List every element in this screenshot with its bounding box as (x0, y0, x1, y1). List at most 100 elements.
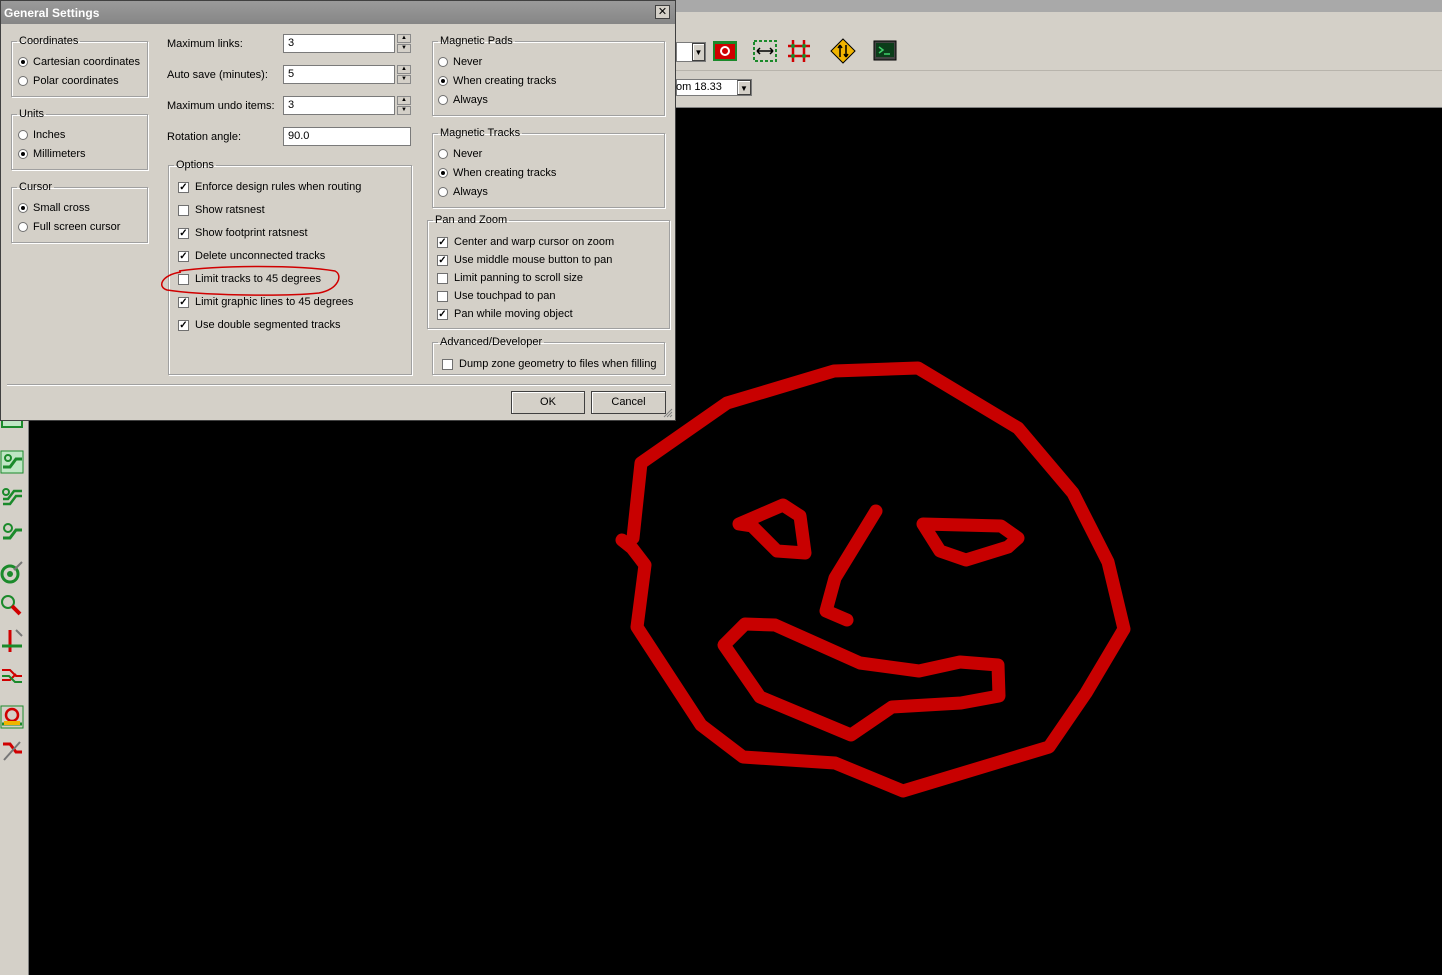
auto-save-label: Auto save (minutes): (167, 69, 268, 81)
cancel-button[interactable]: Cancel (591, 391, 666, 414)
max-links-spin[interactable]: 3 ▲ ▼ (283, 34, 411, 53)
checkbox-label: Limit panning to scroll size (454, 272, 584, 284)
route-diff-pair-icon[interactable] (0, 484, 24, 510)
drc-icon[interactable] (830, 38, 856, 64)
zone-icon[interactable] (0, 594, 24, 620)
max-undo-input[interactable]: 3 (283, 96, 395, 115)
checkbox-middle-button-pan[interactable]: ✓ Use middle mouse button to pan (437, 254, 612, 266)
ok-button[interactable]: OK (511, 391, 585, 414)
checkbox-mark[interactable]: ✓ (437, 236, 448, 248)
checkbox-double-segmented[interactable]: ✓ Use double segmented tracks (178, 319, 341, 331)
radio-mark[interactable] (18, 76, 28, 86)
radio-mark[interactable] (18, 57, 28, 67)
dialog-titlebar[interactable]: General Settings ✕ (1, 1, 675, 24)
delete-tool-icon[interactable] (0, 738, 24, 764)
dialog-title: General Settings (4, 6, 100, 20)
max-undo-spin[interactable]: 3 ▲ ▼ (283, 96, 411, 115)
rotation-angle-label: Rotation angle: (167, 131, 241, 143)
checkbox-mark[interactable]: ✓ (437, 254, 448, 266)
radio-mark[interactable] (18, 203, 28, 213)
checkbox-mark[interactable]: ✓ (178, 319, 189, 331)
radio-mark[interactable] (438, 76, 448, 86)
checkbox-label: Delete unconnected tracks (195, 250, 326, 262)
zoom-select-arrow[interactable]: ▼ (737, 80, 751, 95)
radio-tracks-when-creating[interactable]: When creating tracks (438, 167, 556, 179)
radio-inches[interactable]: Inches (18, 129, 65, 141)
keepout-icon[interactable] (0, 628, 24, 654)
mouth-track (717, 617, 1006, 742)
auto-save-input[interactable]: 5 (283, 65, 395, 84)
advanced-label: Advanced/Developer (440, 336, 543, 348)
red-circle-annotation (161, 265, 340, 296)
route-track-icon[interactable] (0, 449, 24, 475)
radio-mark[interactable] (18, 130, 28, 140)
checkbox-limit-panning[interactable]: Limit panning to scroll size (437, 272, 583, 284)
checkbox-dump-zone-geometry[interactable]: Dump zone geometry to files when filling (442, 358, 656, 370)
spin-up-icon[interactable]: ▲ (397, 65, 411, 74)
magnetic-tracks-label: Magnetic Tracks (440, 127, 521, 139)
auto-save-spin[interactable]: 5 ▲ ▼ (283, 65, 411, 84)
checkbox-show-ratsnest[interactable]: Show ratsnest (178, 204, 265, 216)
spin-down-icon[interactable]: ▼ (397, 75, 411, 84)
left-toolbar (0, 421, 29, 975)
checkbox-pan-while-moving[interactable]: ✓ Pan while moving object (437, 308, 573, 320)
radio-pads-never[interactable]: Never (438, 56, 482, 68)
radio-pads-when-creating[interactable]: When creating tracks (438, 75, 556, 87)
radio-mark[interactable] (18, 222, 28, 232)
layer-combo[interactable]: ▼ (676, 42, 706, 62)
radio-mark[interactable] (438, 168, 448, 178)
nose-track (819, 504, 883, 627)
max-links-label: Maximum links: (167, 38, 243, 50)
radio-polar[interactable]: Polar coordinates (18, 75, 119, 87)
radio-mark[interactable] (438, 95, 448, 105)
checkbox-mark[interactable] (437, 290, 448, 302)
grid-icon[interactable] (786, 38, 812, 64)
layer-combo-arrow[interactable]: ▼ (692, 43, 705, 61)
checkbox-delete-unconnected[interactable]: ✓ Delete unconnected tracks (178, 250, 325, 262)
layer-alignment-icon[interactable] (0, 704, 24, 730)
checkbox-label: Show footprint ratsnest (195, 227, 308, 239)
radio-mark[interactable] (438, 57, 448, 67)
pcb-canvas-drawing (615, 361, 1131, 798)
checkbox-footprint-ratsnest[interactable]: ✓ Show footprint ratsnest (178, 227, 308, 239)
radio-millimeters[interactable]: Millimeters (18, 148, 86, 160)
checkbox-label: Use touchpad to pan (454, 290, 556, 302)
checkbox-mark[interactable]: ✓ (437, 308, 448, 320)
close-button[interactable]: ✕ (655, 5, 670, 19)
checkbox-touchpad-pan[interactable]: Use touchpad to pan (437, 290, 556, 302)
checkbox-mark[interactable] (437, 272, 448, 284)
graphic-line-icon[interactable] (0, 662, 24, 688)
zoom-fit-icon[interactable] (752, 38, 778, 64)
checkbox-enforce-drc[interactable]: ✓ Enforce design rules when routing (178, 181, 361, 193)
max-links-input[interactable]: 3 (283, 34, 395, 53)
resize-grip-icon[interactable] (663, 408, 673, 418)
coordinates-label: Coordinates (19, 35, 79, 47)
checkbox-mark[interactable] (442, 358, 453, 370)
radio-label: Always (453, 94, 488, 106)
checkbox-mark[interactable] (178, 204, 189, 216)
checkbox-center-warp[interactable]: ✓ Center and warp cursor on zoom (437, 236, 614, 248)
radio-full-screen-cursor[interactable]: Full screen cursor (18, 221, 120, 233)
layer-pair-icon[interactable] (712, 38, 738, 64)
spin-down-icon[interactable]: ▼ (397, 106, 411, 115)
radio-cartesian[interactable]: Cartesian coordinates (18, 56, 140, 68)
checkbox-mark[interactable]: ✓ (178, 250, 189, 262)
scripting-console-icon[interactable] (872, 38, 898, 64)
checkbox-mark[interactable]: ✓ (178, 181, 189, 193)
via-icon[interactable] (0, 560, 24, 586)
radio-tracks-never[interactable]: Never (438, 148, 482, 160)
tune-length-icon[interactable] (0, 518, 24, 544)
radio-mark[interactable] (18, 149, 28, 159)
rotation-angle-input[interactable]: 90.0 (283, 127, 411, 146)
spin-down-icon[interactable]: ▼ (397, 44, 411, 53)
zoom-select[interactable]: om 18.33 ▼ (676, 79, 752, 96)
checkbox-mark[interactable]: ✓ (178, 227, 189, 239)
spin-up-icon[interactable]: ▲ (397, 96, 411, 105)
radio-mark[interactable] (438, 149, 448, 159)
radio-mark[interactable] (438, 187, 448, 197)
radio-small-cross[interactable]: Small cross (18, 202, 90, 214)
radio-pads-always[interactable]: Always (438, 94, 488, 106)
radio-tracks-always[interactable]: Always (438, 186, 488, 198)
spin-up-icon[interactable]: ▲ (397, 34, 411, 43)
tool-partial-icon[interactable] (0, 421, 24, 431)
